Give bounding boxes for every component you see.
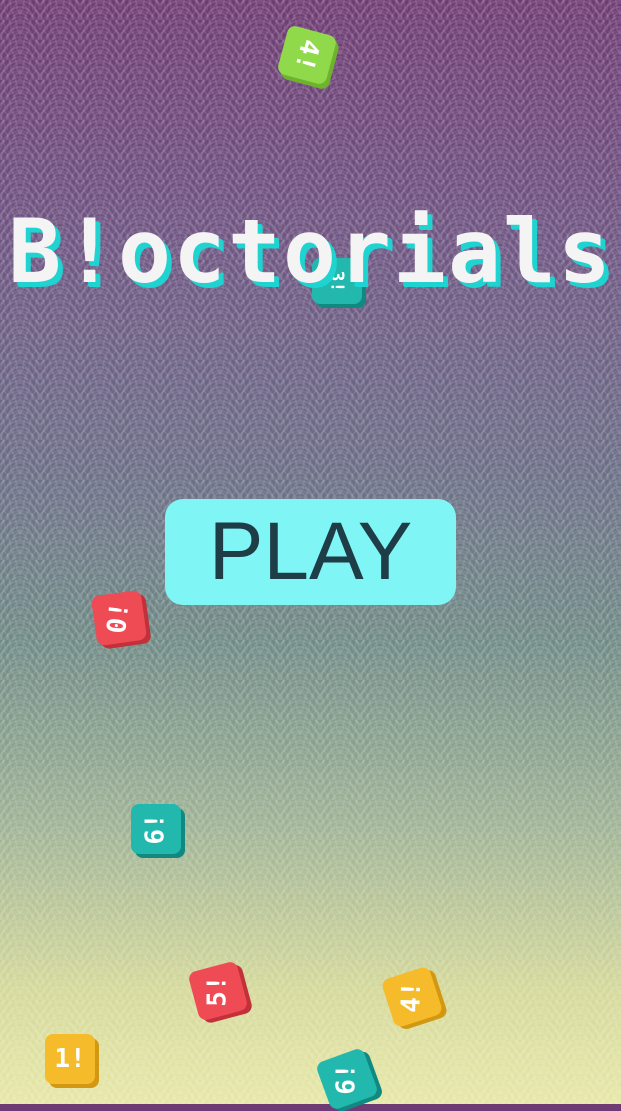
tile-label: 6!	[332, 1063, 362, 1095]
game-title: B!octorials	[8, 200, 613, 303]
tile-factorial: 6!	[131, 804, 181, 854]
play-button[interactable]: PLAY	[165, 499, 456, 605]
tile-label: 4!	[396, 980, 428, 1014]
tile-label: 1!	[54, 1044, 86, 1074]
tile-label: 5!	[203, 975, 233, 1007]
tile-factorial: 1!	[45, 1034, 95, 1084]
tile-label: 4!	[288, 35, 326, 75]
tile-label: 6!	[141, 813, 171, 845]
tile-label: 0!	[102, 600, 136, 636]
tile-factorial: 0!	[90, 589, 148, 647]
